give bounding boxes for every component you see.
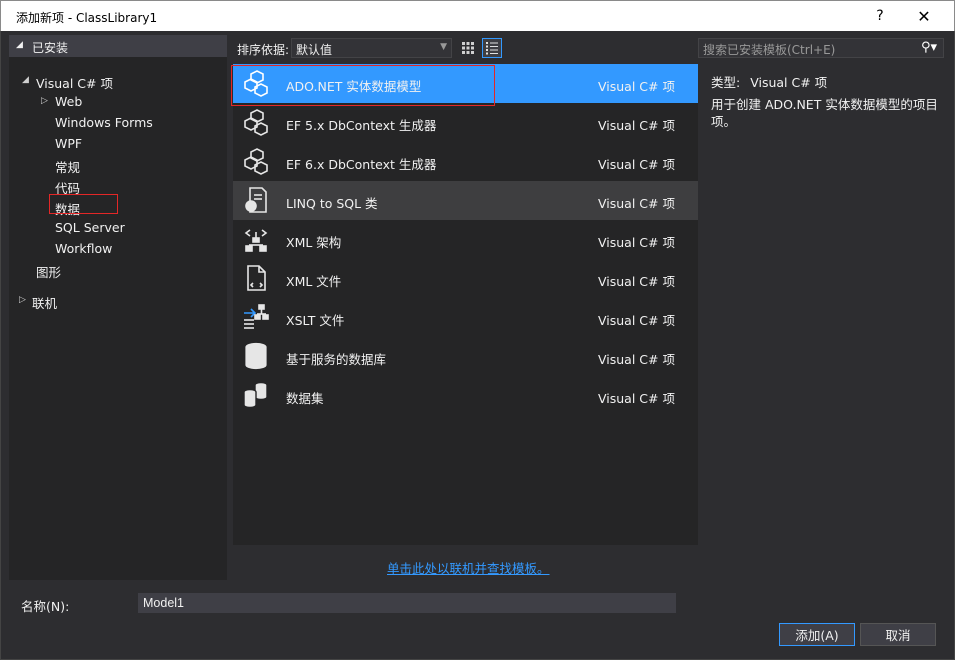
tree-item-label: Workflow	[55, 241, 113, 256]
template-row-xml-file[interactable]: XML 文件 Visual C# 项	[233, 259, 698, 298]
list-view-button[interactable]	[482, 38, 502, 58]
template-row-dataset[interactable]: 数据集 Visual C# 项	[233, 376, 698, 415]
template-lang: Visual C# 项	[598, 79, 675, 94]
template-name: 数据集	[286, 391, 324, 406]
template-lang: Visual C# 项	[598, 196, 675, 211]
template-name: EF 6.x DbContext 生成器	[286, 157, 437, 172]
search-placeholder: 搜索已安装模板(Ctrl+E)	[703, 43, 836, 57]
tree-item-label: 图形	[36, 265, 62, 280]
sort-label: 排序依据:	[237, 43, 290, 57]
xml-file-icon	[247, 265, 266, 291]
sort-value: 默认值	[296, 43, 333, 57]
cancel-button[interactable]: 取消	[860, 623, 936, 646]
template-row-service-database[interactable]: 基于服务的数据库 Visual C# 项	[233, 337, 698, 376]
tree-item-visual-csharp[interactable]: ◢ Visual C# 项	[22, 73, 113, 91]
search-icon[interactable]: ⚲▾	[921, 40, 937, 55]
installed-label: 已安装	[32, 41, 69, 55]
ef6-generator-icon	[244, 148, 268, 175]
template-row-ef5[interactable]: EF 5.x DbContext 生成器 Visual C# 项	[233, 103, 698, 142]
grid-view-button[interactable]	[458, 38, 478, 58]
name-field[interactable]	[138, 593, 676, 613]
selected-category-highlight	[49, 194, 118, 214]
tree-item-label: Web	[55, 94, 83, 109]
template-name: XML 架构	[286, 235, 342, 250]
template-lang: Visual C# 项	[598, 118, 675, 133]
find-online-templates-link[interactable]: 单击此处以联机并查找模板。	[387, 558, 550, 577]
template-name: 基于服务的数据库	[286, 352, 387, 367]
tree-item-label: 常规	[55, 160, 81, 175]
template-lang: Visual C# 项	[598, 235, 675, 250]
name-label: 名称(N):	[21, 599, 70, 614]
chevron-down-icon: ▼	[440, 42, 447, 52]
tree-item-sql-server[interactable]: SQL Server	[55, 220, 125, 238]
template-type: 类型: Visual C# 项	[711, 72, 827, 91]
template-description: 用于创建 ADO.NET 实体数据模型的项目项。	[711, 97, 938, 129]
collapsed-arrow-icon: ▷	[41, 96, 48, 106]
tree-item-online[interactable]: ▷ 联机	[19, 293, 58, 311]
tree-item-general[interactable]: 常规	[55, 157, 80, 175]
window-title: 添加新项 - ClassLibrary1	[16, 11, 158, 25]
template-row-linq[interactable]: LINQ to SQL 类 Visual C# 项	[233, 181, 698, 220]
tree-item-web[interactable]: ▷ Web	[41, 94, 83, 112]
tree-item-graphics[interactable]: 图形	[36, 262, 61, 280]
sort-select[interactable]: 默认值 ▼	[291, 38, 452, 58]
close-button[interactable]: ✕	[901, 1, 947, 31]
dialog-body: ◢ 已安装 ◢ Visual C# 项 ▷ Web Windows Forms …	[0, 31, 955, 660]
template-list: ADO.NET 实体数据模型 Visual C# 项 EF 5.x DbCont…	[233, 64, 698, 545]
tree-item-workflow[interactable]: Workflow	[55, 241, 112, 259]
template-row-xml-schema[interactable]: XML 架构 Visual C# 项	[233, 220, 698, 259]
template-name: LINQ to SQL 类	[286, 196, 378, 211]
installed-header[interactable]: ◢ 已安装	[9, 35, 227, 57]
help-button[interactable]: ?	[857, 1, 903, 31]
tree-item-label: 联机	[32, 296, 58, 311]
template-name: EF 5.x DbContext 生成器	[286, 118, 437, 133]
collapsed-arrow-icon: ▷	[19, 295, 26, 305]
collapse-arrow-icon: ◢	[16, 40, 23, 50]
title-bar: 添加新项 - ClassLibrary1 ? ✕	[0, 0, 955, 31]
dataset-icon	[243, 381, 268, 409]
tree-item-windows-forms[interactable]: Windows Forms	[55, 115, 153, 133]
expanded-arrow-icon: ◢	[22, 75, 29, 85]
template-lang: Visual C# 项	[598, 157, 675, 172]
type-label: 类型:	[711, 75, 741, 90]
tree-item-label: SQL Server	[55, 220, 125, 235]
template-name: XSLT 文件	[286, 313, 345, 328]
template-name: XML 文件	[286, 274, 342, 289]
xslt-file-icon	[244, 304, 269, 329]
selected-template-highlight	[231, 65, 495, 106]
linq-sql-icon	[245, 187, 267, 213]
database-icon	[245, 342, 267, 370]
list-view-icon	[486, 42, 498, 55]
template-row-xslt[interactable]: XSLT 文件 Visual C# 项	[233, 298, 698, 337]
tree-item-label: WPF	[55, 136, 83, 151]
template-lang: Visual C# 项	[598, 274, 675, 289]
xml-schema-icon	[244, 229, 268, 252]
template-lang: Visual C# 项	[598, 313, 675, 328]
template-row-ef6[interactable]: EF 6.x DbContext 生成器 Visual C# 项	[233, 142, 698, 181]
ef5-generator-icon	[244, 109, 268, 136]
tree-item-label: Windows Forms	[55, 115, 153, 130]
type-value: Visual C# 项	[750, 75, 828, 90]
add-button[interactable]: 添加(A)	[779, 623, 855, 646]
category-tree: ◢ 已安装 ◢ Visual C# 项 ▷ Web Windows Forms …	[9, 35, 227, 580]
tree-item-label: Visual C# 项	[36, 76, 113, 91]
grid-view-icon	[462, 42, 474, 54]
template-lang: Visual C# 项	[598, 352, 675, 367]
search-input[interactable]: 搜索已安装模板(Ctrl+E) ⚲▾	[698, 38, 944, 58]
tree-item-wpf[interactable]: WPF	[55, 136, 82, 154]
template-lang: Visual C# 项	[598, 391, 675, 406]
